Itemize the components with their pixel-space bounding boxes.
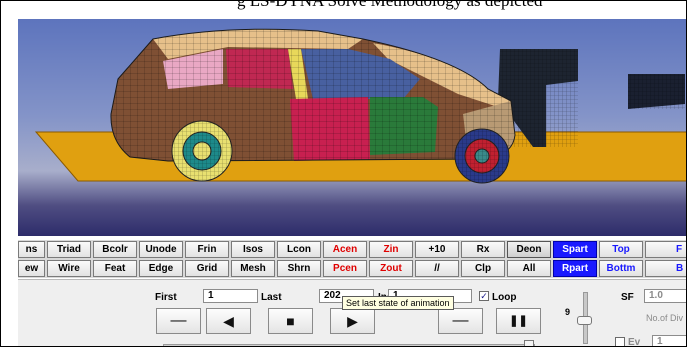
pause-icon: ❚❚ — [509, 315, 528, 327]
car-model-render — [34, 28, 686, 184]
frame-slider-thumb[interactable] — [524, 340, 534, 346]
sf-input[interactable]: 1.0 — [644, 289, 686, 303]
dash-icon: — — [452, 312, 469, 329]
parallel-button[interactable]: // — [415, 260, 459, 277]
spart-button[interactable]: Spart — [553, 241, 597, 258]
lsprepost-toolbar: ns Triad Bcolr Unode Frin Isos Lcon Acen… — [18, 240, 686, 278]
wire-button[interactable]: Wire — [47, 260, 91, 277]
animation-panel: First 1 Last 202 Inc 1 ✓ Loop — ◀ ■ ▶ — … — [18, 279, 686, 347]
isos-button[interactable]: Isos — [231, 241, 275, 258]
pause-button[interactable]: ❚❚ — [496, 308, 541, 334]
last-state-button[interactable]: — — [438, 308, 483, 334]
bottm-button[interactable]: Bottm — [599, 260, 643, 277]
toolbar-btn-r2-0[interactable]: ew — [18, 260, 45, 277]
triad-button[interactable]: Triad — [47, 241, 91, 258]
toolbar-btn-r2-14[interactable]: B — [645, 260, 686, 277]
edge-button[interactable]: Edge — [139, 260, 183, 277]
clp-button[interactable]: Clp — [461, 260, 505, 277]
speed-value: 9 — [565, 307, 571, 317]
toolbar-btn-r1-14[interactable]: F — [645, 241, 686, 258]
zout-button[interactable]: Zout — [369, 260, 413, 277]
triangle-right-icon: ▶ — [347, 313, 358, 329]
shrn-button[interactable]: Shrn — [277, 260, 321, 277]
nodiv-label: No.of Div — [646, 313, 684, 323]
feat-button[interactable]: Feat — [93, 260, 137, 277]
dash-icon: — — [170, 312, 187, 329]
reverse-play-button[interactable]: ◀ — [206, 308, 251, 334]
caption-text: g LS-DYNA Solve Methodology as depicted — [237, 1, 543, 10]
window-frame: g LS-DYNA Solve Methodology as depicted — [0, 0, 687, 347]
unode-button[interactable]: Unode — [139, 241, 183, 258]
first-state-button[interactable]: — — [156, 308, 201, 334]
all-button[interactable]: All — [507, 260, 551, 277]
top-button[interactable]: Top — [599, 241, 643, 258]
bcolr-button[interactable]: Bcolr — [93, 241, 137, 258]
grid-button[interactable]: Grid — [185, 260, 229, 277]
toolbar-btn-r1-0[interactable]: ns — [18, 241, 45, 258]
ev-checkbox[interactable] — [615, 337, 625, 346]
speed-slider-thumb[interactable] — [577, 316, 592, 325]
graphics-viewport[interactable] — [18, 19, 686, 236]
sf-label: SF — [621, 292, 634, 303]
mesh-button[interactable]: Mesh — [231, 260, 275, 277]
lcon-button[interactable]: Lcon — [277, 241, 321, 258]
document-caption: g LS-DYNA Solve Methodology as depicted — [1, 1, 686, 19]
rpart-button[interactable]: Rpart — [553, 260, 597, 277]
frin-button[interactable]: Frin — [185, 241, 229, 258]
last-label: Last — [261, 292, 282, 303]
acen-button[interactable]: Acen — [323, 241, 367, 258]
zin-button[interactable]: Zin — [369, 241, 413, 258]
pcen-button[interactable]: Pcen — [323, 260, 367, 277]
stop-square-icon: ■ — [286, 313, 295, 329]
ev-input[interactable]: 1 — [652, 335, 686, 346]
first-state-input[interactable]: 1 — [203, 289, 258, 303]
loop-label: Loop — [492, 292, 517, 303]
stop-button[interactable]: ■ — [268, 308, 313, 334]
triangle-left-icon: ◀ — [223, 313, 234, 329]
forward-play-button[interactable]: ▶ — [330, 308, 375, 334]
ev-label: Ev — [628, 337, 641, 347]
plus10-button[interactable]: +10 — [415, 241, 459, 258]
last-state-tooltip: Set last state of animation — [342, 296, 454, 310]
loop-checkbox[interactable]: ✓ — [479, 291, 489, 301]
first-label: First — [155, 292, 177, 303]
rx-button[interactable]: Rx — [461, 241, 505, 258]
deon-button[interactable]: Deon — [507, 241, 551, 258]
